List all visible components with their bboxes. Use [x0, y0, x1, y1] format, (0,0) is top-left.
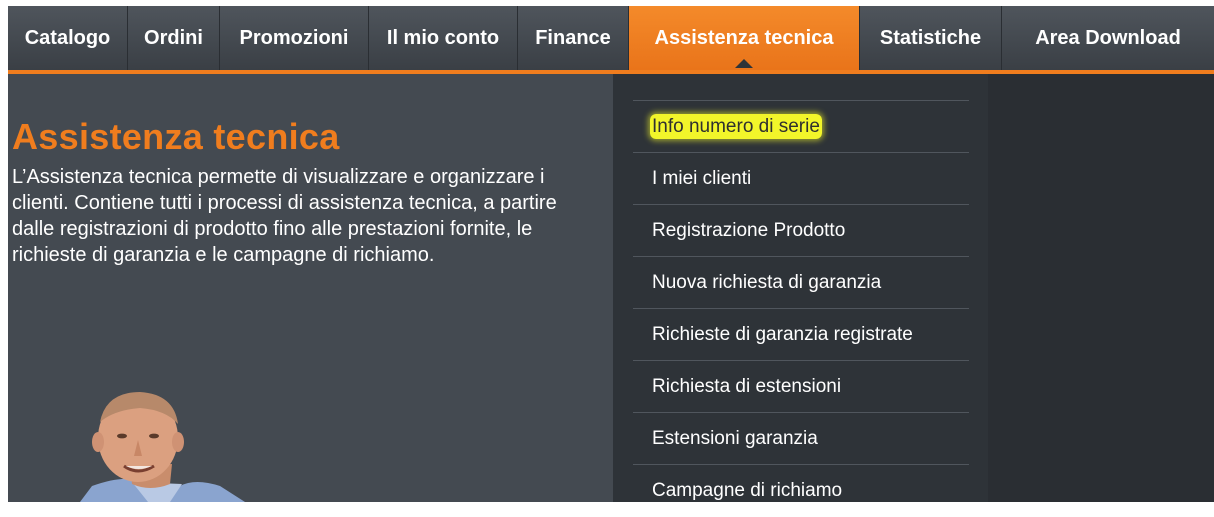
nav-item-ordini[interactable]: Ordini: [128, 6, 220, 70]
nav-item-area-download[interactable]: Area Download: [1002, 6, 1214, 70]
submenu-item-label: Campagne di richiamo: [652, 480, 843, 501]
submenu-item-label: Info numero di serie: [650, 114, 822, 139]
submenu-item-registrazione-prodotto[interactable]: Registrazione Prodotto: [633, 204, 969, 256]
nav-item-catalogo[interactable]: Catalogo: [8, 6, 128, 70]
submenu-item-label: I miei clienti: [652, 168, 752, 189]
submenu-item-nuova-richiesta-di-garanzia[interactable]: Nuova richiesta di garanzia: [633, 256, 969, 308]
submenu-item-richieste-di-garanzia-registrate[interactable]: Richieste di garanzia registrate: [633, 308, 969, 360]
submenu-item-i-miei-clienti[interactable]: I miei clienti: [633, 152, 969, 204]
nav-item-promozioni[interactable]: Promozioni: [220, 6, 369, 70]
submenu-item-estensioni-garanzia[interactable]: Estensioni garanzia: [633, 412, 969, 464]
submenu-list: Info numero di serie I miei clienti Regi…: [633, 100, 969, 516]
nav-item-finance[interactable]: Finance: [518, 6, 629, 70]
submenu-item-label: Nuova richiesta di garanzia: [652, 272, 882, 293]
caret-up-icon: [735, 59, 753, 68]
submenu-item-richiesta-di-estensioni[interactable]: Richiesta di estensioni: [633, 360, 969, 412]
person-illustration: [80, 392, 245, 502]
nav-item-assistenza-tecnica[interactable]: Assistenza tecnica: [629, 6, 860, 70]
right-panel: [988, 74, 1214, 502]
submenu-item-label: Richieste di garanzia registrate: [652, 324, 913, 345]
submenu-item-label: Estensioni garanzia: [652, 428, 818, 449]
nav-item-label: Assistenza tecnica: [654, 27, 834, 49]
support-person-photo: [70, 386, 270, 502]
page: Catalogo Ordini Promozioni Il mio conto …: [0, 0, 1214, 502]
page-title: Assistenza tecnica: [12, 116, 340, 157]
submenu-item-label: Richiesta di estensioni: [652, 376, 842, 397]
submenu-item-info-numero-di-serie[interactable]: Info numero di serie: [633, 100, 969, 152]
nav-item-statistiche[interactable]: Statistiche: [860, 6, 1002, 70]
submenu-item-campagne-di-richiamo[interactable]: Campagne di richiamo: [633, 464, 969, 516]
submenu-item-label: Registrazione Prodotto: [652, 220, 846, 241]
top-navigation: Catalogo Ordini Promozioni Il mio conto …: [8, 6, 1214, 70]
nav-item-il-mio-conto[interactable]: Il mio conto: [369, 6, 518, 70]
page-description: L’Assistenza tecnica permette di visuali…: [12, 166, 557, 266]
